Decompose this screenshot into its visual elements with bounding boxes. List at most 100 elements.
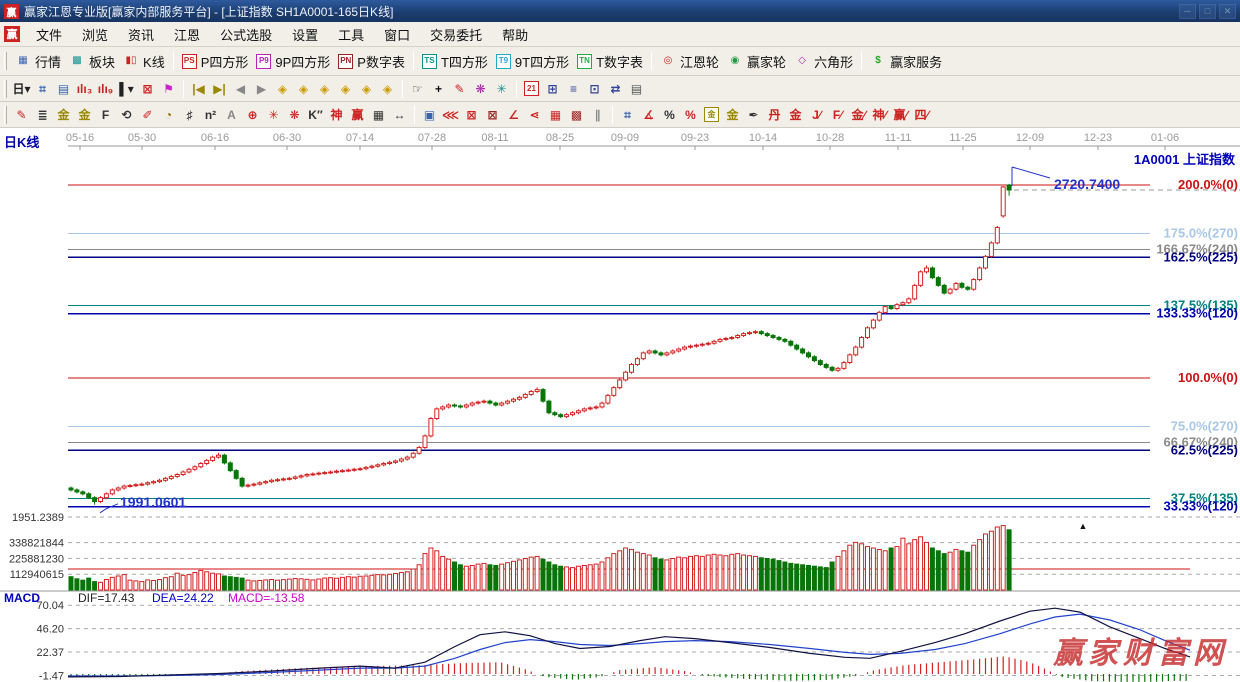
tb-percent-button[interactable]: % [659, 105, 680, 124]
tb-ying-angle-button[interactable]: 赢∕ [890, 105, 911, 124]
tb-gann-purple-tool-button[interactable]: ❋ [470, 79, 491, 98]
menu-gann[interactable]: 江恩 [164, 23, 210, 46]
tb-gann-diamond-in-button[interactable]: ◈ [356, 79, 377, 98]
tb-p-square-button[interactable]: PSP四方形 [178, 50, 253, 73]
tb-pen-tool-2-button[interactable]: ✐ [137, 105, 158, 124]
tb-gold-underline-button[interactable]: 金 [785, 105, 806, 124]
tb-hash-dense-button[interactable]: ♯ [179, 105, 200, 124]
tb-pen-tool-button[interactable]: ✎ [11, 105, 32, 124]
tb-next-page-button[interactable]: ▶ [251, 79, 272, 98]
tb-angle-line-button[interactable]: ∠ [503, 105, 524, 124]
tb-p9-square-button[interactable]: P99P四方形 [252, 50, 334, 73]
tb-spiral-tool-button[interactable]: ⟲ [116, 105, 137, 124]
tb-t-number-table-button[interactable]: TNT数字表 [573, 50, 647, 73]
tb-shen-lines-button[interactable]: 神 [326, 105, 347, 124]
tb-v-lines-button[interactable]: ⋖ [524, 105, 545, 124]
menu-window-menu[interactable]: 窗口 [374, 23, 420, 46]
tb-spiderweb-button[interactable]: ❋ [284, 105, 305, 124]
tb-compass-button[interactable]: ⊕ [242, 105, 263, 124]
tb-clipboard-button[interactable]: ▤ [53, 79, 74, 98]
menu-browse[interactable]: 浏览 [72, 23, 118, 46]
tb-parallel-lines-button[interactable]: ∥ [587, 105, 608, 124]
tb-j-angle-button[interactable]: J∕ [806, 105, 827, 124]
tb-layout-grid-button[interactable]: ⌗ [32, 79, 53, 98]
kline-chart-canvas[interactable]: 05-1605-3006-1606-3007-1407-2808-1108-25… [0, 128, 1240, 682]
tb-p-number-table-button[interactable]: PNP数字表 [334, 50, 409, 73]
tb-four-angle-button[interactable]: 四∕ [911, 105, 932, 124]
tb-export-button[interactable]: ⇄ [605, 79, 626, 98]
tb-angle-a-button[interactable]: A [221, 105, 242, 124]
toolbar-grip[interactable] [4, 106, 7, 124]
tb-period-selector-button[interactable]: 日▾ [11, 79, 32, 98]
menu-help[interactable]: 帮助 [492, 23, 538, 46]
tb-gann-diamond-ud-button[interactable]: ◈ [293, 79, 314, 98]
tb-t9-square-button[interactable]: T99T四方形 [492, 50, 573, 73]
tb-pen-tool-3-button[interactable]: ✒ [743, 105, 764, 124]
tb-grid-red-1-button[interactable]: ▦ [545, 105, 566, 124]
tb-lines-tool-button[interactable]: ≣ [32, 105, 53, 124]
tb-prev-page-button[interactable]: ◀ [230, 79, 251, 98]
tb-f-lines-button[interactable]: F [95, 105, 116, 124]
maximize-button[interactable]: □ [1199, 4, 1216, 19]
tb-gann-wheel-button[interactable]: ◎江恩轮 [656, 50, 723, 73]
tb-width-tool-button[interactable]: ↔ [389, 105, 410, 124]
tb-box-select-button[interactable]: ▣ [419, 105, 440, 124]
tb-box-x-1-button[interactable]: ⊠ [461, 105, 482, 124]
tb-n-squared-button[interactable]: n² [200, 105, 221, 124]
tb-ying-lines-button[interactable]: 赢 [347, 105, 368, 124]
menu-tools[interactable]: 工具 [328, 23, 374, 46]
toolbar-grip[interactable] [4, 52, 7, 70]
toolbar-grip[interactable] [4, 80, 7, 98]
tb-gann-diamond-lr-button[interactable]: ◈ [272, 79, 293, 98]
tb-winner-service-button[interactable]: $赢家服务 [866, 50, 946, 73]
tb-kline-button[interactable]: ▮▯K线 [119, 50, 169, 73]
tb-gold-ruler-button[interactable]: 金 [722, 105, 743, 124]
menu-news[interactable]: 资讯 [118, 23, 164, 46]
tb-print-button[interactable]: ▤ [626, 79, 647, 98]
tb-web-tool-button[interactable]: ✳ [491, 79, 512, 98]
tb-winner-wheel-button[interactable]: ◉赢家轮 [723, 50, 790, 73]
tb-gann-diamond-v-button[interactable]: ◈ [335, 79, 356, 98]
tb-angle-pen-tool-button[interactable]: ✎ [449, 79, 470, 98]
tb-first-page-button[interactable]: |◀ [188, 79, 209, 98]
tb-candle-style-dropdown-button[interactable]: ▌▾ [116, 79, 137, 98]
tb-dan-tool-button[interactable]: 丹 [764, 105, 785, 124]
tb-calendar-button[interactable]: 21 [521, 79, 542, 98]
tb-mini-chart-3-button[interactable]: ılı₃ [74, 79, 95, 98]
tb-k-double-button[interactable]: K″ [305, 105, 326, 124]
tb-grid-123-button[interactable]: ▦ [368, 105, 389, 124]
tb-f-angle-button[interactable]: F∕ [827, 105, 848, 124]
tb-gann-diamond-h-button[interactable]: ◈ [314, 79, 335, 98]
tb-angle-percent-button[interactable]: ∡ [638, 105, 659, 124]
tb-gold-lines-1-button[interactable]: 金 [53, 105, 74, 124]
tb-save-button[interactable]: ⊡ [584, 79, 605, 98]
tb-gold-angle-button[interactable]: 金∕ [848, 105, 869, 124]
tb-quotes-button[interactable]: ▦行情 [11, 50, 65, 73]
tb-gold-lines-2-button[interactable]: 金 [74, 105, 95, 124]
tb-t-square-button[interactable]: TST四方形 [418, 50, 492, 73]
menu-trade-entrust[interactable]: 交易委托 [420, 23, 492, 46]
tb-box-x-2-button[interactable]: ⊠ [482, 105, 503, 124]
tb-notes-button[interactable]: ≡ [563, 79, 584, 98]
tb-ruler-button[interactable]: ⌗ [617, 105, 638, 124]
tb-gann-diamond-out-button[interactable]: ◈ [377, 79, 398, 98]
menu-formula-stock-pick[interactable]: 公式选股 [210, 23, 282, 46]
close-button[interactable]: ✕ [1219, 4, 1236, 19]
tb-color-flag-button[interactable]: ⚑ [158, 79, 179, 98]
menu-settings[interactable]: 设置 [282, 23, 328, 46]
tb-grid-red-2-button[interactable]: ▩ [566, 105, 587, 124]
tb-percent-red-button[interactable]: % [680, 105, 701, 124]
tb-hand-tool-button[interactable]: ☞ [407, 79, 428, 98]
tb-wheel-small-button[interactable]: ✳ [263, 105, 284, 124]
tb-mini-chart-9-button[interactable]: ılı₉ [95, 79, 116, 98]
tb-ray-fan-button[interactable]: ⋘ [440, 105, 461, 124]
tb-last-page-button[interactable]: ▶| [209, 79, 230, 98]
tb-circle-3-button[interactable]: ◔ [158, 105, 179, 124]
tb-formula-region-button[interactable]: ⊠ [137, 79, 158, 98]
minimize-button[interactable]: ─ [1179, 4, 1196, 19]
tb-circled-gold-button[interactable]: 金 [701, 105, 722, 124]
tb-hexagon-button[interactable]: ◇六角形 [790, 50, 857, 73]
tb-sectors-button[interactable]: ▩板块 [65, 50, 119, 73]
tb-shen-angle-button[interactable]: 神∕ [869, 105, 890, 124]
tb-crosshair-tool-button[interactable]: + [428, 79, 449, 98]
